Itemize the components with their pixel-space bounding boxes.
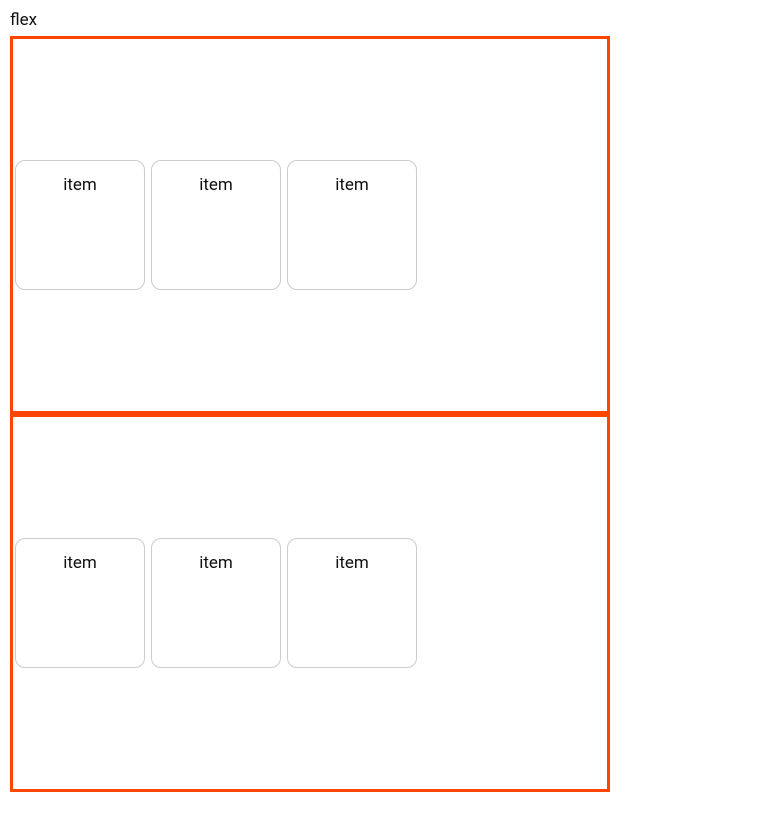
flex-container-2: item item item: [10, 414, 610, 792]
page-label: flex: [10, 10, 764, 30]
flex-container-1: item item item: [10, 36, 610, 414]
flex-item: item: [15, 160, 145, 290]
flex-item: item: [287, 538, 417, 668]
flex-item: item: [287, 160, 417, 290]
flex-item: item: [151, 538, 281, 668]
flex-item: item: [151, 160, 281, 290]
flex-item: item: [15, 538, 145, 668]
